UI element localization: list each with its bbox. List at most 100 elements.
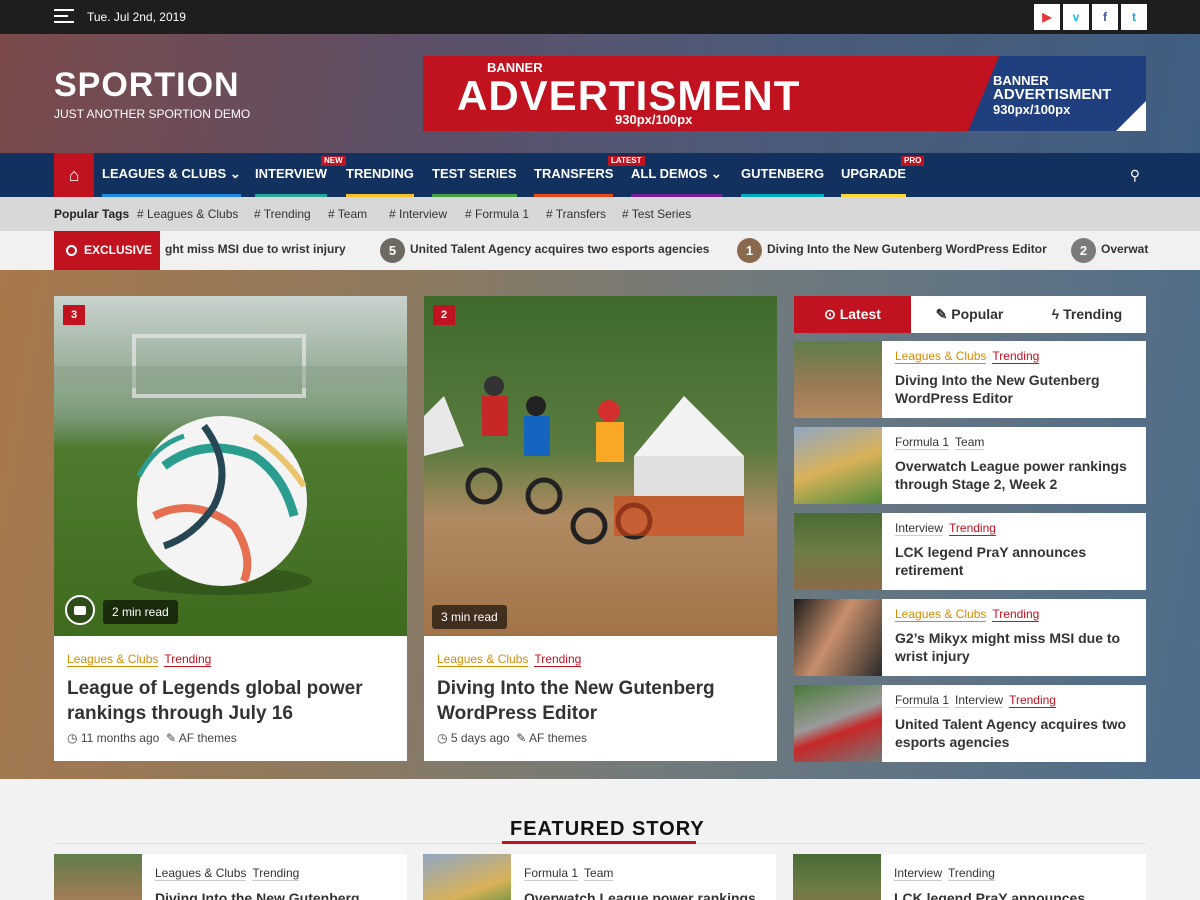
twitter-icon[interactable]: t bbox=[1121, 4, 1147, 30]
post-thumbnail[interactable] bbox=[794, 685, 882, 762]
post-card[interactable]: 2 3 min read Leagues & Clubs Trending Div… bbox=[424, 296, 777, 761]
category-link[interactable]: Trending bbox=[992, 607, 1040, 622]
featured-heading: FEATURED STORY bbox=[510, 818, 705, 840]
post-title[interactable]: G2’s Mikyx might miss MSI due to wrist i… bbox=[895, 629, 1140, 665]
ticker-item[interactable]: Overwat bbox=[1101, 242, 1148, 256]
category-link[interactable]: Trending bbox=[948, 866, 995, 881]
post-thumbnail[interactable] bbox=[423, 854, 511, 900]
vimeo-icon[interactable]: v bbox=[1063, 4, 1089, 30]
category-link[interactable]: Leagues & Clubs bbox=[895, 349, 987, 364]
category-link[interactable]: Interview bbox=[955, 693, 1004, 708]
category-link[interactable]: Trending bbox=[992, 349, 1040, 364]
pin-icon: ✎ bbox=[935, 306, 948, 322]
category-link[interactable]: Trending bbox=[534, 652, 582, 667]
nav-item-upgrade[interactable]: UPGRADE PRO bbox=[841, 153, 925, 197]
post-thumbnail[interactable] bbox=[794, 513, 882, 590]
post-categories: Interview Trending bbox=[894, 866, 1001, 881]
nav-item-interview[interactable]: INTERVIEW NEW bbox=[255, 153, 346, 197]
post-title[interactable]: United Talent Agency acquires two esport… bbox=[895, 715, 1140, 751]
menu-icon[interactable] bbox=[54, 9, 74, 25]
post-thumbnail[interactable] bbox=[794, 341, 882, 418]
post-title[interactable]: Diving Into the New Gutenberg WordPress … bbox=[895, 371, 1140, 407]
nav-item-label: TEST SERIES bbox=[432, 166, 517, 181]
post-card[interactable]: 3 2 min read Leagues & Clubs Trending Lea… bbox=[54, 296, 407, 761]
banner-title: ADVERTISMENT bbox=[993, 86, 1112, 103]
post-categories: Leagues & Clubs Trending bbox=[437, 652, 587, 667]
category-link[interactable]: Interview bbox=[895, 521, 944, 536]
tag-link[interactable]: # Test Series bbox=[622, 207, 691, 221]
ticker-thumbnail[interactable]: 5 bbox=[380, 238, 405, 263]
post-categories: Leagues & Clubs Trending bbox=[67, 652, 217, 667]
search-icon[interactable]: ⚲ bbox=[1130, 167, 1140, 184]
category-link[interactable]: Trending bbox=[949, 521, 996, 536]
sidebar-post[interactable]: Leagues & Clubs Trending G2’s Mikyx might… bbox=[794, 599, 1146, 676]
tag-link[interactable]: # Formula 1 bbox=[465, 207, 529, 221]
read-time-badge: 2 min read bbox=[103, 600, 178, 624]
featured-post[interactable]: Formula 1 Team Overwatch League power ran… bbox=[423, 854, 776, 900]
tag-link[interactable]: # Leagues & Clubs bbox=[137, 207, 238, 221]
category-link[interactable]: Interview bbox=[894, 866, 943, 881]
tag-link[interactable]: # Team bbox=[328, 207, 367, 221]
post-thumbnail[interactable] bbox=[793, 854, 881, 900]
post-image[interactable]: 2 3 min read bbox=[424, 296, 777, 636]
post-title[interactable]: League of Legends global power rankings … bbox=[67, 676, 387, 726]
banner-size: 930px/100px bbox=[615, 112, 693, 127]
post-categories: Formula 1 Team bbox=[895, 435, 990, 450]
post-thumbnail[interactable] bbox=[54, 854, 142, 900]
home-icon[interactable]: ⌂ bbox=[54, 153, 94, 197]
sidebar-post[interactable]: Formula 1 Team Overwatch League power ran… bbox=[794, 427, 1146, 504]
nav-item-leagues-clubs[interactable]: LEAGUES & CLUBS ⌄ bbox=[102, 153, 241, 197]
category-link[interactable]: Team bbox=[584, 866, 614, 881]
ticker-item[interactable]: Diving Into the New Gutenberg WordPress … bbox=[767, 242, 1047, 256]
youtube-icon[interactable]: ▶ bbox=[1034, 4, 1060, 30]
category-link[interactable]: Leagues & Clubs bbox=[155, 866, 247, 881]
soccer-ball-image bbox=[54, 296, 407, 636]
advertisement-banner[interactable]: BANNER ADVERTISMENT 930px/100px BANNER A… bbox=[423, 56, 1146, 131]
tab-latest[interactable]: ⊙ Latest bbox=[794, 296, 911, 333]
tag-link[interactable]: # Transfers bbox=[546, 207, 606, 221]
category-link[interactable]: Team bbox=[955, 435, 985, 450]
ticker-thumbnail[interactable]: 2 bbox=[1071, 238, 1096, 263]
sidebar-post[interactable]: Formula 1 Interview Trending United Talent… bbox=[794, 685, 1146, 762]
category-link[interactable]: Leagues & Clubs bbox=[67, 652, 159, 667]
author-icon: ✎ bbox=[516, 731, 527, 745]
tag-link[interactable]: # Trending bbox=[254, 207, 311, 221]
category-link[interactable]: Leagues & Clubs bbox=[895, 607, 987, 622]
nav-item-test-series[interactable]: TEST SERIES bbox=[432, 153, 517, 197]
post-thumbnail[interactable] bbox=[794, 599, 882, 676]
nav-item-transfers[interactable]: TRANSFERS LATEST bbox=[534, 153, 645, 197]
sidebar-post[interactable]: Interview Trending LCK legend PraY announ… bbox=[794, 513, 1146, 590]
post-title[interactable]: LCK legend PraY announces retirement bbox=[895, 543, 1140, 579]
ticker-thumbnail[interactable]: 1 bbox=[737, 238, 762, 263]
ticker-item[interactable]: ght miss MSI due to wrist injury bbox=[165, 242, 346, 256]
popular-tags-bar: Popular Tags # Leagues & Clubs # Trendin… bbox=[0, 197, 1200, 231]
post-author[interactable]: AF themes bbox=[179, 731, 237, 745]
category-link[interactable]: Formula 1 bbox=[895, 693, 950, 708]
category-link[interactable]: Formula 1 bbox=[895, 435, 950, 450]
sidebar-post[interactable]: Leagues & Clubs Trending Diving Into the … bbox=[794, 341, 1146, 418]
post-title[interactable]: Overwatch League power rankings bbox=[524, 890, 769, 900]
category-link[interactable]: Trending bbox=[164, 652, 212, 667]
featured-post[interactable]: Leagues & Clubs Trending Diving Into the … bbox=[54, 854, 407, 900]
post-title[interactable]: LCK legend PraY announces bbox=[894, 890, 1139, 900]
post-title[interactable]: Diving Into the New Gutenberg WordPress … bbox=[437, 676, 757, 726]
post-image[interactable]: 3 2 min read bbox=[54, 296, 407, 636]
category-link[interactable]: Trending bbox=[1009, 693, 1056, 708]
featured-post[interactable]: Interview Trending LCK legend PraY announ… bbox=[793, 854, 1146, 900]
post-author[interactable]: AF themes bbox=[529, 731, 587, 745]
tab-popular[interactable]: ✎ Popular bbox=[911, 296, 1028, 333]
ticker-item[interactable]: United Talent Agency acquires two esport… bbox=[410, 242, 709, 256]
site-logo[interactable]: SPORTION bbox=[54, 66, 240, 105]
category-link[interactable]: Trending bbox=[252, 866, 300, 881]
category-link[interactable]: Formula 1 bbox=[524, 866, 579, 881]
tag-link[interactable]: # Interview bbox=[389, 207, 447, 221]
nav-item-gutenberg[interactable]: GUTENBERG bbox=[741, 153, 825, 197]
facebook-icon[interactable]: f bbox=[1092, 4, 1118, 30]
post-thumbnail[interactable] bbox=[794, 427, 882, 504]
nav-item-all-demos[interactable]: ALL DEMOS ⌄ bbox=[631, 153, 722, 197]
post-title[interactable]: Overwatch League power rankings through … bbox=[895, 457, 1140, 493]
post-title[interactable]: Diving Into the New Gutenberg bbox=[155, 890, 400, 900]
tab-trending[interactable]: ϟ Trending bbox=[1028, 296, 1146, 333]
category-link[interactable]: Leagues & Clubs bbox=[437, 652, 529, 667]
nav-item-trending[interactable]: TRENDING bbox=[346, 153, 414, 197]
